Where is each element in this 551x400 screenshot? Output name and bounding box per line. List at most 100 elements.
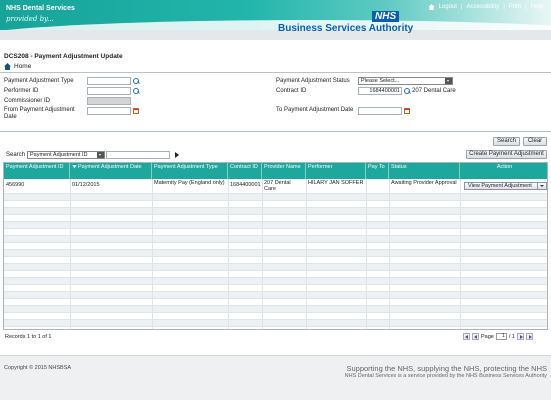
help-link[interactable]: Help (531, 4, 543, 10)
chevron-down-icon[interactable] (97, 152, 104, 158)
grid-line (389, 179, 390, 329)
last-page-icon[interactable] (525, 333, 533, 340)
page-title: DCS208 - Payment Adjustment Update (4, 53, 123, 60)
empty-row (4, 208, 547, 215)
grid-line (70, 179, 71, 329)
previous-page-icon[interactable] (472, 333, 479, 340)
nhs-logo: NHS (372, 11, 400, 22)
cell-performer: HILARY JAN SOFFER (308, 180, 364, 186)
sort-desc-icon[interactable] (72, 164, 77, 169)
empty-row (4, 243, 547, 250)
breadcrumb[interactable]: Home (4, 63, 31, 70)
grid-line (228, 179, 229, 329)
divider (0, 131, 551, 132)
brand-subtitle: provided by... (6, 15, 54, 23)
cell-type: Maternity Pay (England only) (154, 180, 225, 186)
empty-row (4, 320, 547, 327)
logout-link[interactable]: Logout (439, 4, 457, 10)
empty-row (4, 257, 547, 264)
empty-row (4, 306, 547, 313)
pager: Page 1 / 1 (463, 333, 533, 340)
page-number-input[interactable]: 1 (495, 333, 507, 340)
column-header-date[interactable]: Payment Adjustment Date (70, 163, 152, 179)
empty-row (4, 299, 547, 306)
column-header-action: Action (496, 164, 513, 170)
empty-row (4, 313, 547, 320)
grid-search-input[interactable] (106, 151, 170, 159)
accessibility-link[interactable]: Accessibility (467, 4, 500, 10)
search-icon[interactable] (404, 88, 410, 94)
empty-row (4, 250, 547, 257)
cell-contract: 1684400001 (230, 182, 261, 188)
empty-row (4, 285, 547, 292)
commissioner-id-label: Commissioner ID (4, 98, 51, 104)
grid-search-field-value: Payment Adjustment ID (30, 152, 88, 158)
cell-status: Awaiting Provider Approval (391, 180, 457, 186)
grid-line (366, 179, 367, 329)
contract-id-input[interactable]: 1684400001 (358, 87, 402, 95)
top-links: Logout | Accessibility | Print | Help (428, 4, 543, 10)
chevron-down-icon[interactable] (445, 78, 452, 84)
home-icon[interactable] (4, 63, 11, 70)
brand-title: NHS Dental Services (6, 5, 75, 12)
results-grid: Payment Adjustment ID Payment Adjustment… (3, 162, 548, 330)
table-row[interactable]: 456990 01/12/2015 Maternity Pay (England… (4, 179, 547, 194)
empty-row (4, 215, 547, 222)
column-header-performer[interactable]: Performer (306, 163, 366, 179)
payment-adjustment-type-label: Payment Adjustment Type (4, 78, 74, 84)
column-header-pay-to[interactable]: Pay To (366, 163, 389, 179)
search-icon[interactable] (133, 78, 139, 84)
chevron-down-icon[interactable] (537, 183, 546, 189)
empty-row (4, 271, 547, 278)
empty-row (4, 292, 547, 299)
status-select[interactable]: Please Select... (358, 77, 453, 85)
empty-row (4, 278, 547, 285)
empty-row (4, 264, 547, 271)
play-icon[interactable] (175, 152, 179, 158)
column-header-id[interactable]: Payment Adjustment ID (4, 163, 70, 179)
grid-line (262, 179, 263, 329)
site-footer: Copyright © 2015 NHSBSA Supporting the N… (0, 355, 551, 400)
action-select[interactable]: View Payment Adjustment (464, 182, 547, 190)
performer-id-input[interactable] (87, 87, 131, 95)
calendar-icon[interactable] (133, 108, 139, 114)
footer-subtagline: NHS Dental Services is a service provide… (344, 373, 547, 379)
column-header-status[interactable]: Status (389, 163, 460, 179)
search-button[interactable]: Search (493, 137, 520, 146)
column-header-type[interactable]: Payment Adjustment Type (152, 163, 228, 179)
site-header: NHS Dental Services provided by... NHS B… (0, 0, 551, 40)
grid-search-label: Search (6, 152, 26, 158)
divider (0, 72, 551, 73)
status-select-value: Please Select... (361, 78, 400, 84)
previous-page-icon[interactable] (463, 333, 470, 340)
print-link[interactable]: Print (509, 4, 521, 10)
to-date-input[interactable] (358, 107, 402, 115)
clear-button[interactable]: Clear (523, 137, 547, 146)
grid-header: Payment Adjustment ID Payment Adjustment… (4, 163, 547, 179)
contract-name: 207 Dental Care (412, 88, 456, 94)
grid-search-field-select[interactable]: Payment Adjustment ID (27, 151, 105, 159)
column-header-contract[interactable]: Contract ID (228, 163, 262, 179)
contract-id-label: Contract ID (276, 88, 307, 94)
footer-tagline: Supporting the NHS, supplying the NHS, p… (346, 364, 547, 373)
next-page-icon[interactable] (516, 333, 524, 340)
payment-adjustment-type-input[interactable] (87, 77, 131, 85)
from-date-input[interactable] (87, 107, 131, 115)
cell-date: 01/12/2015 (72, 182, 100, 188)
column-header-provider[interactable]: Provider Name (262, 163, 306, 179)
empty-row (4, 201, 547, 208)
copyright: Copyright © 2015 NHSBSA (4, 365, 72, 371)
status-label: Payment Adjustment Status (276, 78, 350, 84)
to-date-label: To Payment Adjustment Date (276, 107, 354, 113)
cell-id: 456990 (6, 182, 25, 188)
home-icon[interactable] (428, 4, 435, 10)
commissioner-id-input (87, 97, 131, 105)
empty-row (4, 229, 547, 236)
search-icon[interactable] (133, 88, 139, 94)
cell-provider: 207 Dental Care (264, 180, 291, 192)
create-payment-adjustment-button[interactable]: Create Payment Adjustment (466, 150, 547, 159)
home-link[interactable]: Home (14, 63, 31, 70)
page-total: / 1 (508, 333, 515, 340)
bsa-title: Business Services Authority (278, 23, 414, 34)
calendar-icon[interactable] (404, 108, 410, 114)
